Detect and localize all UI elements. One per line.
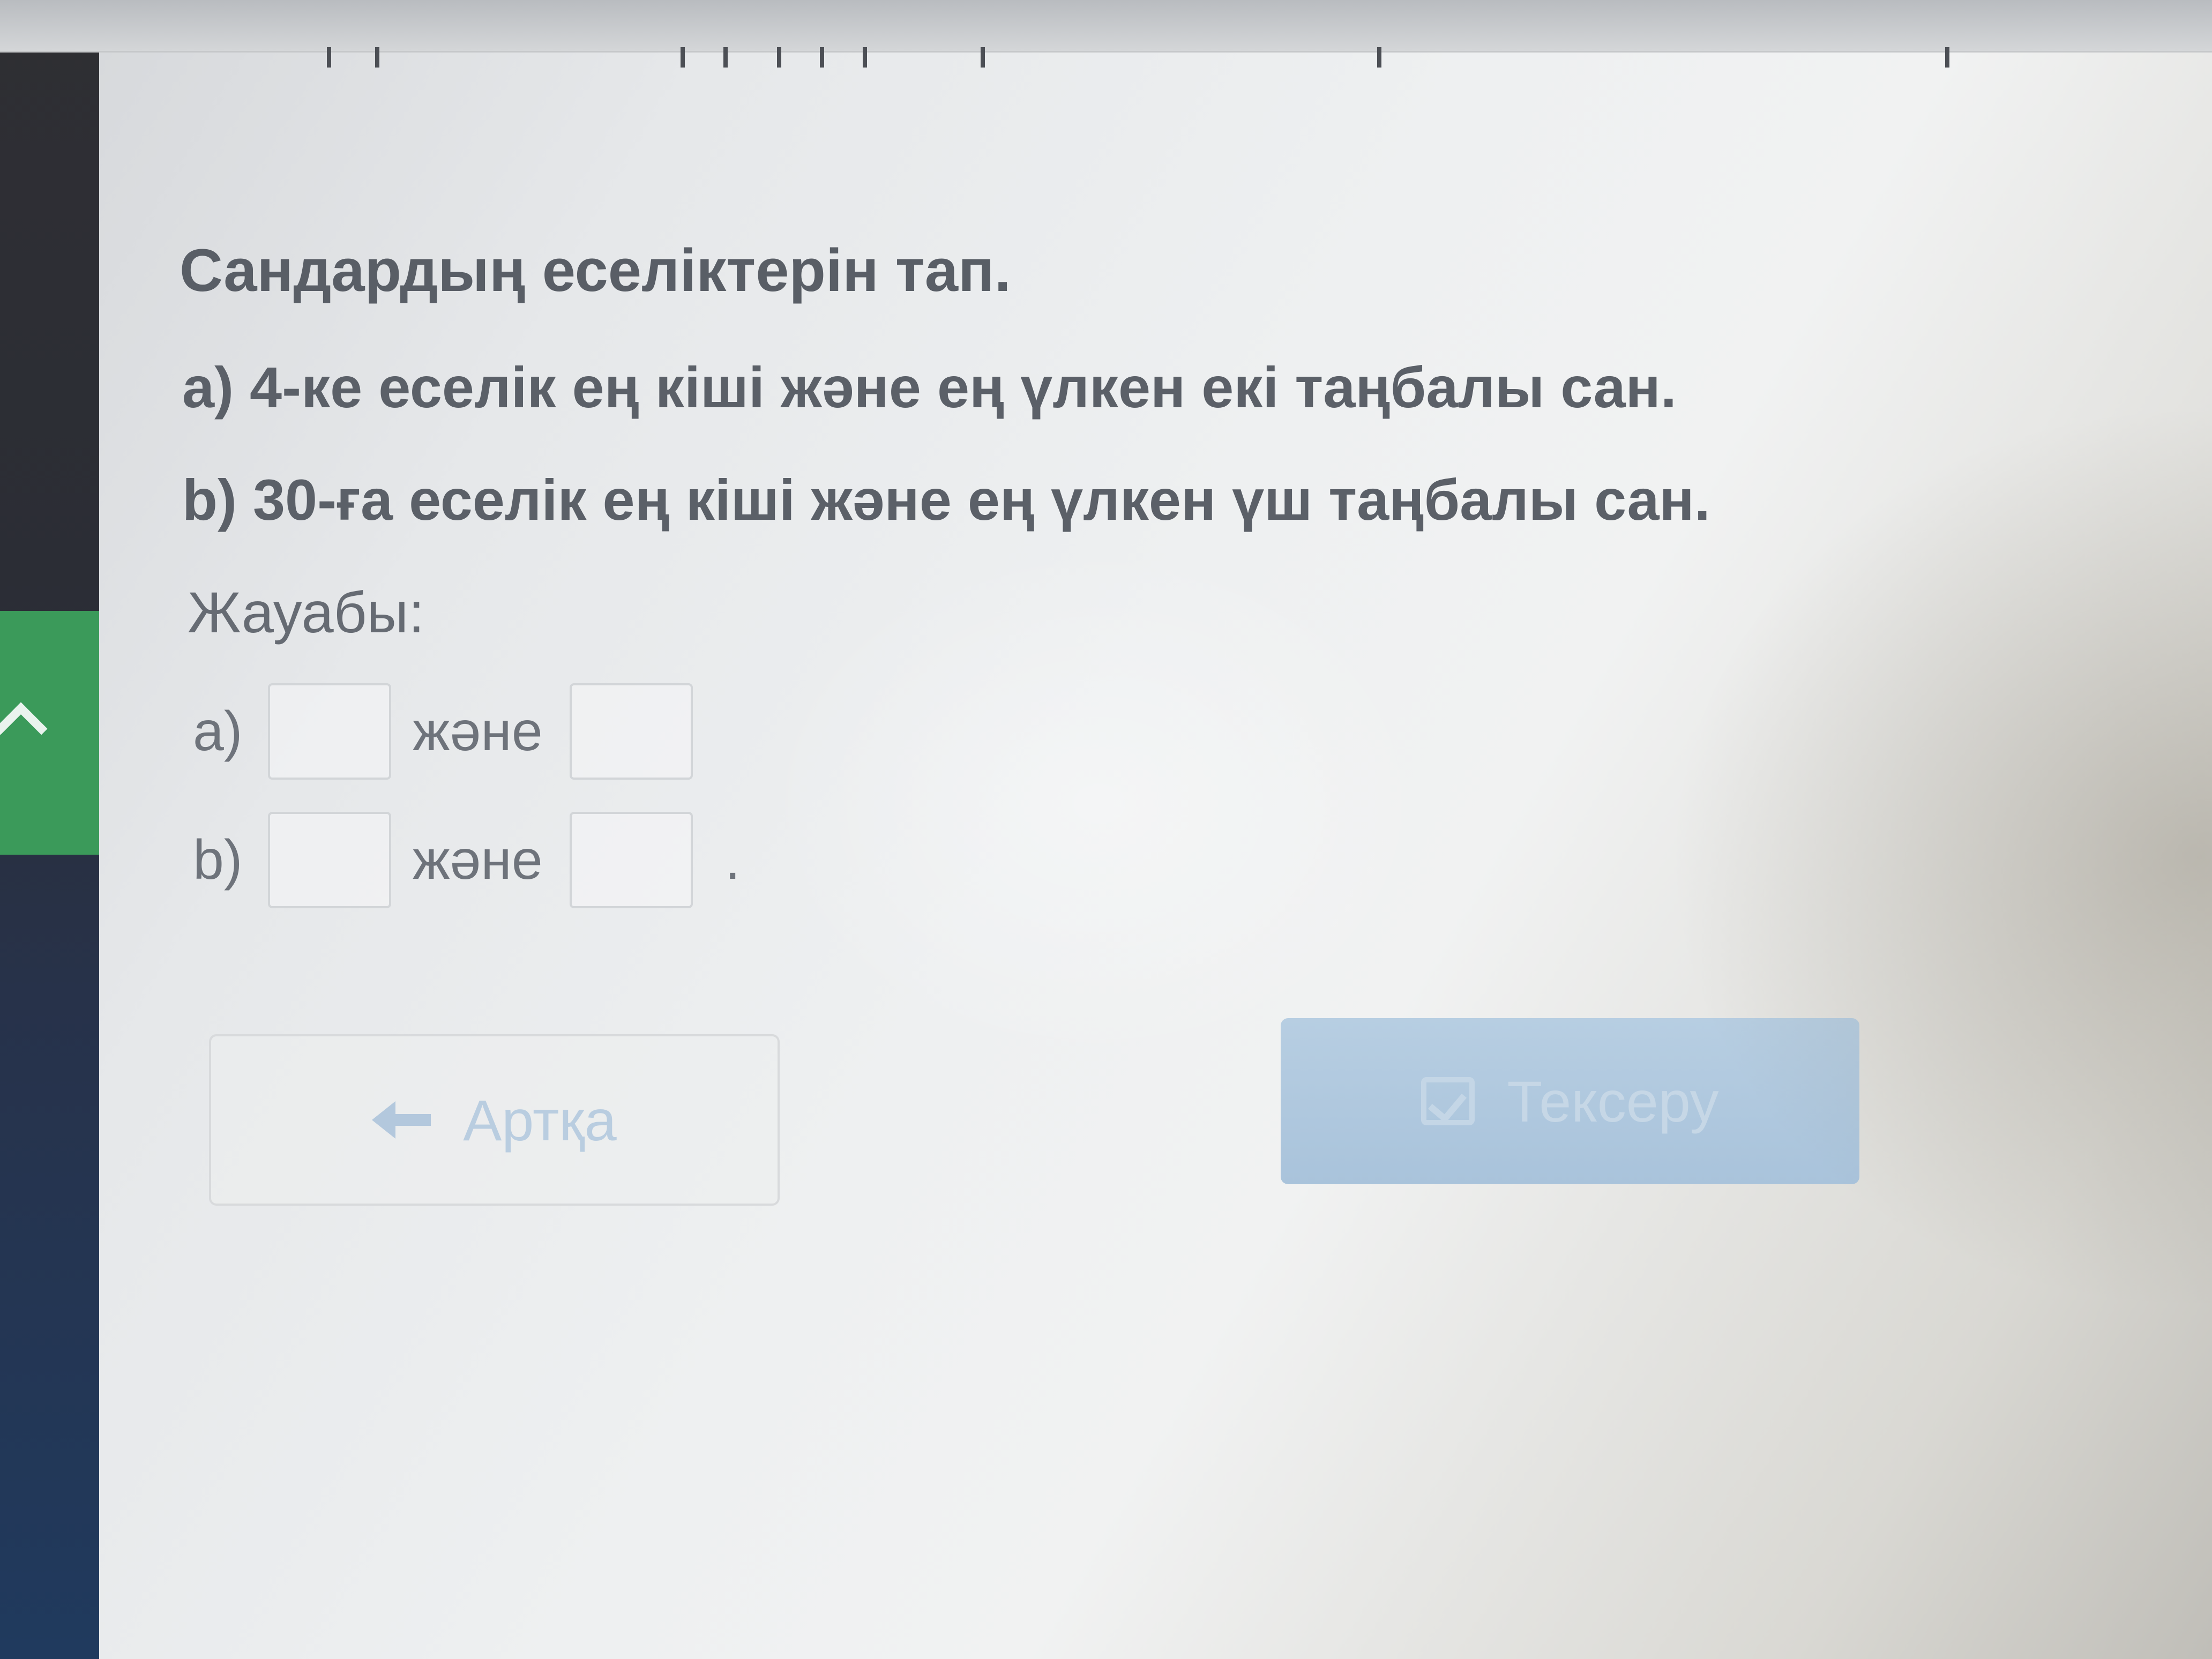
- answer-row-a: а) және: [193, 681, 714, 782]
- row-label: b): [193, 828, 243, 891]
- top-ruler: [0, 0, 2212, 68]
- row-label: а): [193, 700, 243, 763]
- ruler-tick: [863, 47, 867, 68]
- ruler-tick: [820, 47, 824, 68]
- check-button-label: Тексеру: [1507, 1068, 1719, 1134]
- ruler-tick: [1945, 47, 1949, 68]
- answer-label: Жауабы:: [188, 580, 425, 645]
- check-button[interactable]: Тексеру: [1281, 1018, 1859, 1184]
- ruler-tick: [375, 47, 379, 68]
- sentence-end: .: [724, 828, 741, 891]
- conjunction-text: және: [413, 828, 543, 891]
- back-button[interactable]: Артқа: [209, 1034, 780, 1206]
- arrow-left-icon: [372, 1101, 431, 1139]
- conjunction-text: және: [413, 700, 543, 763]
- ruler-tick: [981, 47, 985, 68]
- ruler-tick: [681, 47, 685, 68]
- answer-row-b: b) және .: [193, 809, 741, 911]
- question-a: а) 4-ке еселік ең кіші және ең үлкен екі…: [182, 355, 1677, 420]
- checkbox-icon: [1421, 1077, 1475, 1125]
- answer-input-a1[interactable]: [268, 683, 391, 780]
- question-b: b) 30-ға еселік ең кіші және ең үлкен үш…: [182, 467, 1710, 532]
- back-button-label: Артқа: [463, 1087, 617, 1153]
- ruler-tick: [723, 47, 728, 68]
- ruler-tick: [1377, 47, 1381, 68]
- answer-input-b2[interactable]: [569, 812, 693, 908]
- ruler-tick: [327, 47, 331, 68]
- task-title: Сандардың еселіктерін тап.: [180, 237, 1011, 304]
- chevron-up-icon: [0, 702, 48, 756]
- ruler-tick: [777, 47, 781, 68]
- answer-input-b1[interactable]: [268, 812, 391, 908]
- screen: Сандардың еселіктерін тап. а) 4-ке еселі…: [0, 0, 2212, 1659]
- answer-input-a2[interactable]: [569, 683, 693, 780]
